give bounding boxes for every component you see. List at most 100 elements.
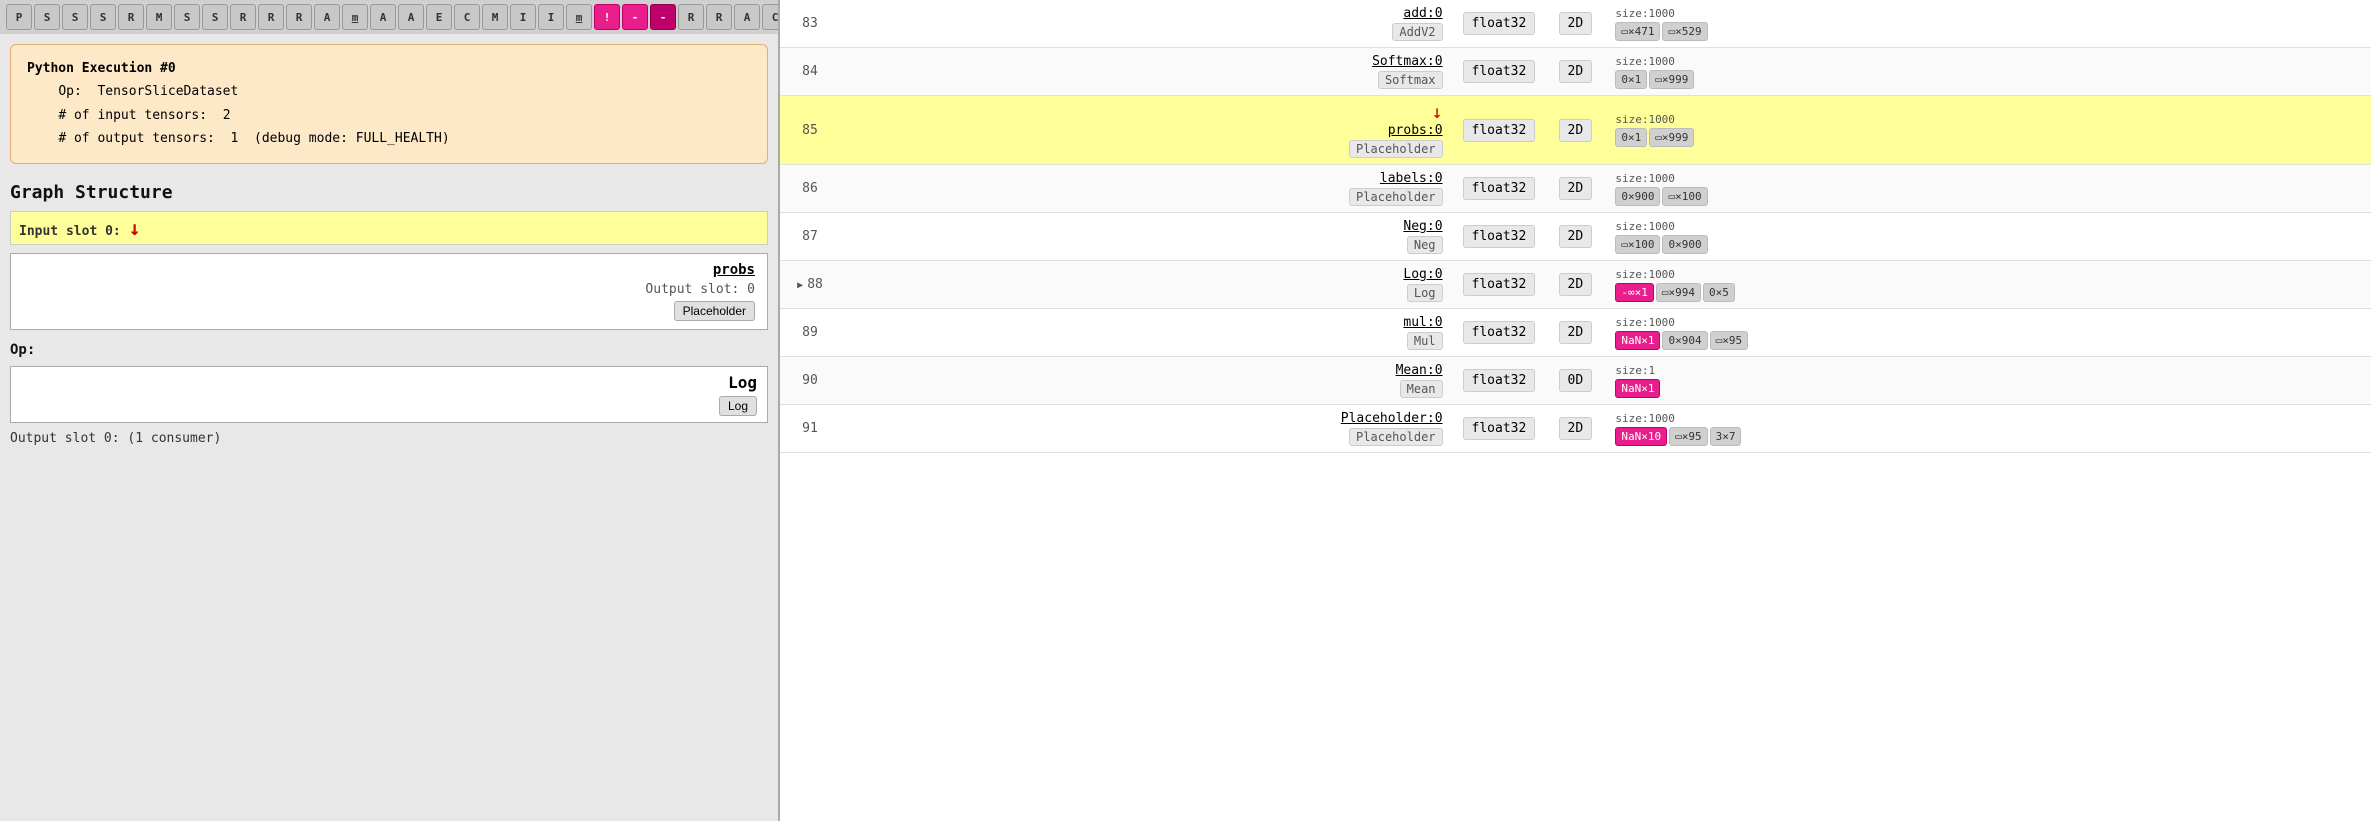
info-output-tensors: # of output tensors: 1 (debug mode: FULL… [27, 127, 751, 150]
size-badge: ▭×100 [1662, 187, 1707, 206]
size-badges: ▭×471▭×529 [1615, 22, 2361, 41]
table-row: 89 mul:0 Mul float322D size:1000 NaN×10×… [780, 309, 2371, 357]
toolbar-btn-20[interactable]: m [566, 4, 592, 30]
dim-box: 2D [1559, 225, 1593, 248]
op-name-cell: Softmax:0 Softmax [840, 48, 1453, 96]
op-top-label: Mean:0 [850, 363, 1443, 378]
right-panel: 83 add:0 AddV2 float322D size:1000 ▭×471… [780, 0, 2371, 821]
size-label: size:1000 [1615, 412, 2361, 425]
info-op-value: TensorSliceDataset [97, 84, 238, 99]
toolbar-btn-22[interactable]: - [622, 4, 648, 30]
toolbar-btn-9[interactable]: R [258, 4, 284, 30]
toolbar-btn-0[interactable]: P [6, 4, 32, 30]
size-badge: ▭×529 [1662, 22, 1707, 41]
size-badges: ▭×1000×900 [1615, 235, 2361, 254]
size-cell: size:1 NaN×1 [1605, 357, 2371, 405]
dtype-cell: float32 [1453, 0, 1546, 48]
expand-arrow-icon[interactable]: ▶ [797, 280, 803, 291]
info-debug-mode: (debug mode: FULL_HEALTH) [254, 131, 450, 146]
toolbar-btn-14[interactable]: A [398, 4, 424, 30]
dtype-box: float32 [1463, 60, 1536, 83]
toolbar-btn-13[interactable]: A [370, 4, 396, 30]
table-row: 83 add:0 AddV2 float322D size:1000 ▭×471… [780, 0, 2371, 48]
dtype-box: float32 [1463, 225, 1536, 248]
toolbar-btn-21[interactable]: ! [594, 4, 620, 30]
dtype-cell: float32 [1453, 357, 1546, 405]
dim-cell: 2D [1545, 405, 1605, 453]
toolbar-btn-19[interactable]: I [538, 4, 564, 30]
dtype-box: float32 [1463, 273, 1536, 296]
toolbar-btn-24[interactable]: R [678, 4, 704, 30]
toolbar: PSSSRMSSRRRAmAAECMIIm!--RRACRRP [0, 0, 778, 34]
dtype-box: float32 [1463, 369, 1536, 392]
toolbar-btn-16[interactable]: C [454, 4, 480, 30]
op-name-cell: Placeholder:0 Placeholder [840, 405, 1453, 453]
toolbar-btn-4[interactable]: R [118, 4, 144, 30]
toolbar-btn-11[interactable]: A [314, 4, 340, 30]
size-badge: ▭×999 [1649, 70, 1694, 89]
dim-cell: 2D [1545, 213, 1605, 261]
toolbar-btn-27[interactable]: C [762, 4, 778, 30]
info-input-label: # of input tensors: [58, 108, 207, 123]
dtype-cell: float32 [1453, 48, 1546, 96]
size-label: size:1 [1615, 364, 2361, 377]
op-top-label: Placeholder:0 [850, 411, 1443, 426]
row-number: ▶88 [780, 261, 840, 309]
toolbar-btn-7[interactable]: S [202, 4, 228, 30]
size-badges: NaN×10×904▭×95 [1615, 331, 2361, 350]
toolbar-btn-15[interactable]: E [426, 4, 452, 30]
size-badge: 0×1 [1615, 128, 1647, 147]
main-table: 83 add:0 AddV2 float322D size:1000 ▭×471… [780, 0, 2371, 453]
dim-cell: 2D [1545, 96, 1605, 165]
placeholder-button[interactable]: Placeholder [674, 301, 755, 321]
dim-cell: 2D [1545, 48, 1605, 96]
graph-structure-title: Graph Structure [0, 174, 778, 207]
left-panel: PSSSRMSSRRRAmAAECMIIm!--RRACRRP Python E… [0, 0, 780, 821]
size-badge: 3×7 [1710, 427, 1742, 446]
size-badges: 0×900▭×100 [1615, 187, 2361, 206]
info-input-tensors: # of input tensors: 2 [27, 104, 751, 127]
op-button[interactable]: Log [719, 396, 757, 416]
op-name-cell: labels:0 Placeholder [840, 165, 1453, 213]
size-label: size:1000 [1615, 172, 2361, 185]
toolbar-btn-26[interactable]: A [734, 4, 760, 30]
dtype-box: float32 [1463, 417, 1536, 440]
toolbar-btn-23[interactable]: - [650, 4, 676, 30]
toolbar-btn-8[interactable]: R [230, 4, 256, 30]
dim-box: 2D [1559, 60, 1593, 83]
toolbar-btn-6[interactable]: S [174, 4, 200, 30]
toolbar-btn-10[interactable]: R [286, 4, 312, 30]
size-badge: ▭×994 [1656, 283, 1701, 302]
size-label: size:1000 [1615, 55, 2361, 68]
toolbar-btn-25[interactable]: R [706, 4, 732, 30]
toolbar-btn-12[interactable]: m [342, 4, 368, 30]
toolbar-btn-18[interactable]: I [510, 4, 536, 30]
size-badge: 0×1 [1615, 70, 1647, 89]
op-bottom-label: Neg [1407, 236, 1443, 254]
info-input-value: 2 [223, 108, 231, 123]
table-row: 90 Mean:0 Mean float320D size:1 NaN×1 [780, 357, 2371, 405]
probs-link[interactable]: probs [713, 262, 755, 278]
size-badges: 0×1▭×999 [1615, 70, 2361, 89]
toolbar-btn-2[interactable]: S [62, 4, 88, 30]
size-badge: NaN×1 [1615, 379, 1660, 398]
toolbar-btn-3[interactable]: S [90, 4, 116, 30]
toolbar-btn-1[interactable]: S [34, 4, 60, 30]
op-bottom-label: Log [1407, 284, 1443, 302]
dim-box: 2D [1559, 321, 1593, 344]
dtype-cell: float32 [1453, 405, 1546, 453]
dim-box: 2D [1559, 12, 1593, 35]
dtype-cell: float32 [1453, 165, 1546, 213]
toolbar-btn-17[interactable]: M [482, 4, 508, 30]
table-row: 85 ↓ probs:0 Placeholder float322D size:… [780, 96, 2371, 165]
output-slot-text: Output slot: 0 [645, 282, 755, 297]
red-arrow-icon: ↓ [850, 102, 1443, 123]
dtype-box: float32 [1463, 321, 1536, 344]
table-container[interactable]: 83 add:0 AddV2 float322D size:1000 ▭×471… [780, 0, 2371, 821]
size-cell: size:1000 NaN×10▭×953×7 [1605, 405, 2371, 453]
info-title: Python Execution #0 [27, 57, 751, 80]
toolbar-btn-5[interactable]: M [146, 4, 172, 30]
dtype-cell: float32 [1453, 309, 1546, 357]
row-number: 84 [780, 48, 840, 96]
info-op-label: Op: [58, 84, 81, 99]
